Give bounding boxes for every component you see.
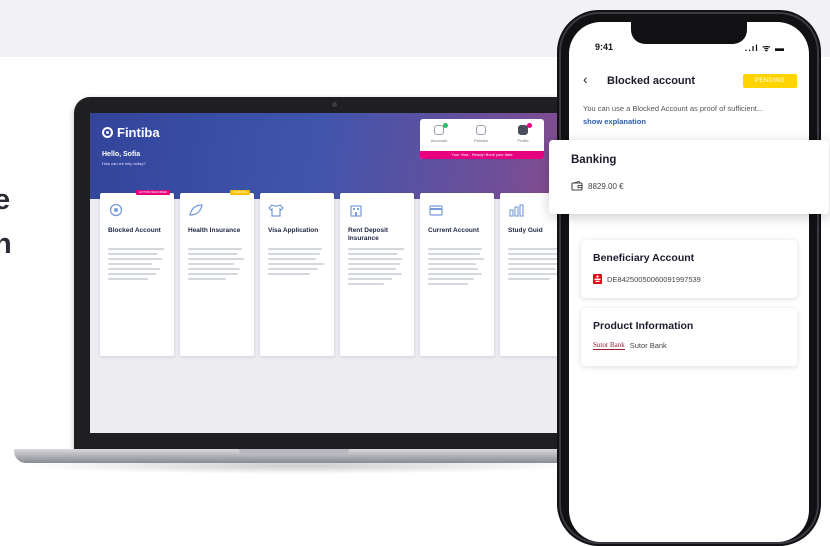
service-card-current-account[interactable]: Current Account bbox=[420, 193, 494, 356]
cropped-heading-line-1: e bbox=[0, 184, 11, 216]
product-information-card[interactable]: Product Information Sutor Bank Sutor Ban… bbox=[581, 308, 797, 366]
signal-wifi-battery-icon: ..ıl ᯤ ▬ bbox=[744, 43, 785, 53]
service-description bbox=[188, 248, 246, 283]
product-info-title: Product Information bbox=[593, 320, 694, 332]
piggy-bank-icon bbox=[109, 203, 123, 217]
show-explanation-link[interactable]: show explanation bbox=[583, 117, 646, 126]
service-description bbox=[348, 248, 406, 288]
service-card-visa-application[interactable]: Visa Application bbox=[260, 193, 334, 356]
status-profile[interactable]: Profile bbox=[508, 123, 538, 143]
sparkasse-logo-icon bbox=[593, 274, 602, 284]
service-badge: ACTION REQUIRED bbox=[135, 190, 170, 195]
service-description bbox=[268, 248, 326, 278]
brand-name: Fintiba bbox=[117, 125, 160, 140]
beneficiary-iban-row: DE84250050060091997539 bbox=[593, 274, 701, 284]
status-policies[interactable]: Policies bbox=[466, 125, 496, 143]
banking-amount-row: 8829.00 € bbox=[571, 181, 624, 191]
laptop-hinge-notch bbox=[239, 449, 349, 454]
status-bar[interactable]: Your Visa - Ready! Book your date bbox=[420, 151, 544, 159]
leaf-icon bbox=[189, 204, 203, 216]
dashboard-header: Fintiba Hello, Sofia How can we help tod… bbox=[90, 113, 580, 199]
status-card: Accounts Policies Profile Your Visa - Re… bbox=[420, 119, 544, 159]
building-icon bbox=[350, 205, 362, 217]
wallet-icon bbox=[571, 181, 583, 191]
beneficiary-account-card[interactable]: Beneficiary Account DE842500500600919975… bbox=[581, 240, 797, 298]
laptop: Fintiba Hello, Sofia How can we help tod… bbox=[74, 97, 594, 457]
fintiba-logo-icon bbox=[102, 127, 113, 138]
sutor-bank-logo: Sutor Bank bbox=[593, 341, 625, 350]
brand[interactable]: Fintiba bbox=[102, 125, 160, 140]
greeting: Hello, Sofia bbox=[102, 151, 141, 158]
policies-icon bbox=[476, 125, 486, 135]
status-accounts-label: Accounts bbox=[430, 138, 448, 143]
back-chevron-icon[interactable]: ‹ bbox=[583, 72, 588, 86]
service-card-rent-deposit-insurance[interactable]: Rent Deposit Insurance bbox=[340, 193, 414, 356]
service-title: Blocked Account bbox=[108, 227, 161, 234]
service-title: Visa Application bbox=[268, 227, 319, 234]
banking-card[interactable]: Banking 8829.00 € bbox=[549, 140, 829, 214]
service-card-blocked-account[interactable]: ACTION REQUIRED Blocked Account bbox=[100, 190, 174, 356]
screen-title: Blocked account bbox=[607, 75, 696, 87]
cropped-heading-line-2: n bbox=[0, 228, 12, 260]
service-card-health-insurance[interactable]: PENDING Health Insurance bbox=[180, 190, 254, 356]
status-dot-red bbox=[527, 123, 532, 128]
product-bank-row: Sutor Bank Sutor Bank bbox=[593, 341, 667, 350]
pending-badge: PENDING bbox=[743, 74, 797, 88]
greeting-subtitle: How can we help today? bbox=[102, 161, 146, 166]
status-profile-label: Profile bbox=[517, 138, 529, 143]
chart-icon bbox=[509, 204, 524, 217]
service-description bbox=[428, 248, 486, 288]
camera-icon bbox=[332, 102, 337, 107]
banking-title: Banking bbox=[571, 154, 617, 166]
laptop-screen: Fintiba Hello, Sofia How can we help tod… bbox=[90, 113, 580, 433]
status-time: 9:41 bbox=[595, 42, 614, 52]
beneficiary-iban: DE84250050060091997539 bbox=[607, 274, 701, 284]
service-title: Health Insurance bbox=[188, 227, 241, 234]
cropped-heading: e n bbox=[0, 178, 12, 266]
status-policies-label: Policies bbox=[474, 138, 488, 143]
phone-notch bbox=[631, 22, 747, 44]
beneficiary-title: Beneficiary Account bbox=[593, 252, 695, 264]
banking-amount: 8829.00 € bbox=[588, 181, 624, 191]
bank-card-icon bbox=[429, 205, 443, 216]
laptop-base bbox=[14, 449, 584, 463]
phone-screen: 9:41 ..ıl ᯤ ▬ ‹ Blocked account PENDING … bbox=[569, 22, 809, 542]
shirt-icon bbox=[268, 204, 284, 217]
status-dot-green bbox=[443, 123, 448, 128]
bank-name: Sutor Bank bbox=[629, 341, 667, 350]
services-row: ACTION REQUIRED Blocked Account PENDING … bbox=[100, 190, 580, 358]
service-badge: PENDING bbox=[230, 190, 250, 195]
phone: 9:41 ..ıl ᯤ ▬ ‹ Blocked account PENDING … bbox=[557, 10, 821, 546]
service-title: Rent Deposit Insurance bbox=[348, 227, 389, 242]
status-accounts[interactable]: Accounts bbox=[424, 123, 454, 143]
service-title: Current Account bbox=[428, 227, 480, 234]
explanation-text: You can use a Blocked Account as proof o… bbox=[583, 104, 764, 113]
service-description bbox=[108, 248, 166, 283]
